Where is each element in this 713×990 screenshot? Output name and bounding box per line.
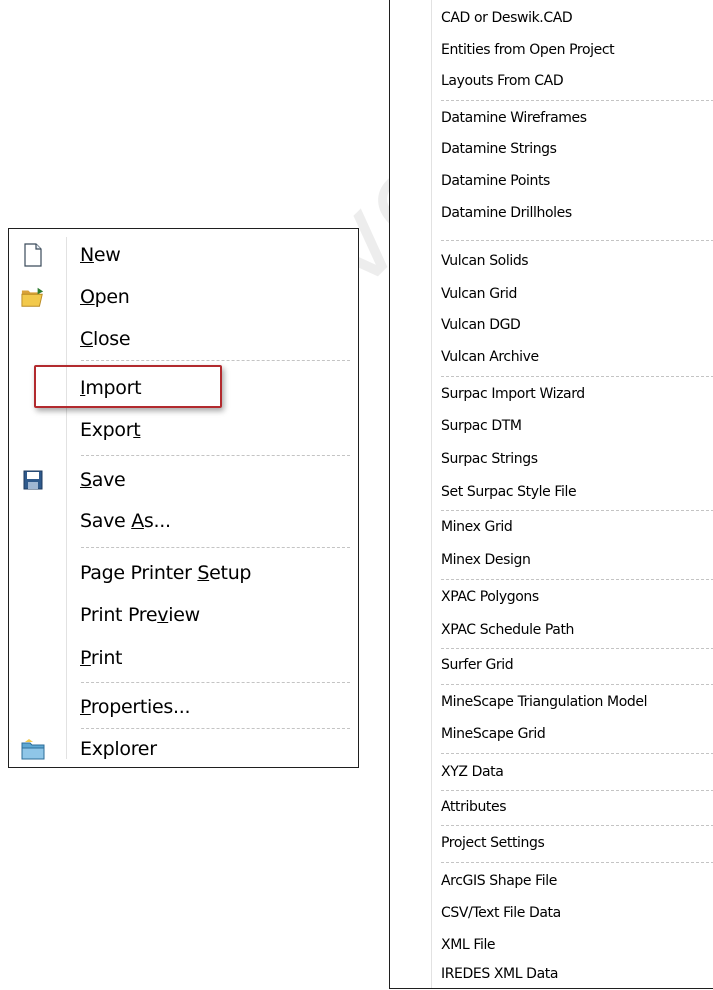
menu-separator: [81, 360, 350, 361]
import-item-arcgis-shape-file[interactable]: ArcGIS Shape File: [390, 865, 713, 897]
menu-label: Print Preview: [80, 604, 200, 626]
menu-label: CAD or Deswik.CAD: [441, 10, 573, 26]
import-item-xyz-data[interactable]: XYZ Data: [390, 756, 713, 788]
import-item-vulcan-solids[interactable]: Vulcan Solids: [390, 245, 713, 277]
menu-separator: [81, 455, 350, 456]
import-item-minex-design[interactable]: Minex Design: [390, 544, 713, 576]
menu-label: Surfer Grid: [441, 657, 514, 673]
import-item-set-surpac-style-file[interactable]: Set Surpac Style File: [390, 476, 713, 508]
open-folder-icon: [21, 285, 45, 309]
import-item-entities-open-project[interactable]: Entities from Open Project: [390, 34, 713, 66]
menu-label: Datamine Wireframes: [441, 110, 587, 126]
import-item-surfer-grid[interactable]: Surfer Grid: [390, 649, 713, 681]
import-item-iredes-xml-data[interactable]: IREDES XML Data: [390, 958, 713, 990]
import-item-csv-text-file-data[interactable]: CSV/Text File Data: [390, 897, 713, 929]
import-item-project-settings[interactable]: Project Settings: [390, 827, 713, 859]
menu-item-export[interactable]: Export: [9, 409, 358, 451]
import-highlight-box: [34, 365, 222, 408]
import-item-datamine-strings[interactable]: Datamine Strings: [390, 133, 713, 165]
menu-label: Close: [80, 328, 131, 350]
import-item-vulcan-dgd[interactable]: Vulcan DGD: [390, 309, 713, 341]
menu-label: Project Settings: [441, 835, 545, 851]
import-item-vulcan-archive[interactable]: Vulcan Archive: [390, 341, 713, 373]
import-item-minex-grid[interactable]: Minex Grid: [390, 511, 713, 543]
menu-item-close[interactable]: Close: [9, 318, 358, 360]
import-item-xml-file[interactable]: XML File: [390, 929, 713, 961]
menu-separator: [441, 862, 713, 863]
import-item-surpac-import-wizard[interactable]: Surpac Import Wizard: [390, 378, 713, 410]
menu-label: Minex Design: [441, 552, 531, 568]
menu-label: Vulcan Archive: [441, 349, 539, 365]
menu-separator: [441, 100, 713, 101]
menu-label: XPAC Polygons: [441, 589, 539, 605]
menu-label: Datamine Drillholes: [441, 205, 572, 221]
menu-label: IREDES XML Data: [441, 966, 559, 982]
menu-label: Surpac DTM: [441, 418, 522, 434]
menu-item-explorer[interactable]: Explorer: [9, 728, 358, 770]
explorer-icon: [21, 737, 45, 761]
menu-item-print[interactable]: Print: [9, 637, 358, 679]
menu-label: Datamine Strings: [441, 141, 557, 157]
menu-label: Save: [80, 469, 126, 491]
import-item-surpac-strings[interactable]: Surpac Strings: [390, 443, 713, 475]
menu-label: CSV/Text File Data: [441, 905, 561, 921]
menu-label: ArcGIS Shape File: [441, 873, 557, 889]
menu-label: Properties...: [80, 696, 191, 718]
menu-separator: [441, 753, 713, 754]
menu-label: MineScape Triangulation Model: [441, 694, 648, 710]
menu-separator: [441, 684, 713, 685]
import-item-xpac-schedule-path[interactable]: XPAC Schedule Path: [390, 614, 713, 646]
save-disk-icon: [21, 468, 45, 492]
menu-separator: [441, 825, 713, 826]
import-item-cad[interactable]: CAD or Deswik.CAD: [390, 2, 713, 34]
menu-separator: [441, 579, 713, 580]
menu-label: Set Surpac Style File: [441, 484, 577, 500]
menu-item-save-as[interactable]: Save As...: [9, 500, 358, 542]
new-document-icon: [21, 243, 45, 267]
menu-label: Minex Grid: [441, 519, 513, 535]
menu-label: Datamine Points: [441, 173, 550, 189]
menu-label: Open: [80, 286, 130, 308]
menu-label: Page Printer Setup: [80, 562, 252, 584]
menu-item-print-preview[interactable]: Print Preview: [9, 594, 358, 636]
import-item-vulcan-grid[interactable]: Vulcan Grid: [390, 278, 713, 310]
menu-label: XYZ Data: [441, 764, 504, 780]
file-menu: New Open Close Import Export Save Save A…: [8, 228, 359, 768]
menu-label: MineScape Grid: [441, 726, 546, 742]
import-item-minescape-triangulation-model[interactable]: MineScape Triangulation Model: [390, 686, 713, 718]
menu-separator: [81, 547, 350, 548]
menu-label: Attributes: [441, 799, 507, 815]
import-submenu: CAD or Deswik.CAD Entities from Open Pro…: [389, 0, 713, 989]
import-item-xpac-polygons[interactable]: XPAC Polygons: [390, 581, 713, 613]
menu-label: Save As...: [80, 510, 171, 532]
menu-item-save[interactable]: Save: [9, 459, 358, 501]
menu-item-open[interactable]: Open: [9, 276, 358, 318]
menu-separator: [441, 240, 713, 241]
import-item-datamine-points[interactable]: Datamine Points: [390, 165, 713, 197]
import-item-datamine-drillholes[interactable]: Datamine Drillholes: [390, 197, 713, 229]
import-item-attributes[interactable]: Attributes: [390, 791, 713, 823]
menu-label: Entities from Open Project: [441, 42, 615, 58]
menu-label: Print: [80, 647, 123, 669]
menu-separator: [81, 682, 350, 683]
menu-label: New: [80, 244, 121, 266]
menu-label: Explorer: [80, 738, 157, 760]
menu-label: Vulcan Grid: [441, 286, 517, 302]
menu-label: Surpac Strings: [441, 451, 538, 467]
menu-label: Export: [80, 419, 141, 441]
menu-label: Surpac Import Wizard: [441, 386, 585, 402]
import-item-datamine-wireframes[interactable]: Datamine Wireframes: [390, 102, 713, 134]
import-item-minescape-grid[interactable]: MineScape Grid: [390, 718, 713, 750]
menu-label: Vulcan DGD: [441, 317, 521, 333]
menu-item-new[interactable]: New: [9, 234, 358, 276]
menu-item-page-printer-setup[interactable]: Page Printer Setup: [9, 552, 358, 594]
import-item-surpac-dtm[interactable]: Surpac DTM: [390, 410, 713, 442]
menu-label: XML File: [441, 937, 496, 953]
menu-label: Vulcan Solids: [441, 253, 529, 269]
menu-label: XPAC Schedule Path: [441, 622, 575, 638]
menu-label: Layouts From CAD: [441, 73, 564, 89]
menu-separator: [441, 376, 713, 377]
import-item-layouts-from-cad[interactable]: Layouts From CAD: [390, 65, 713, 97]
menu-item-properties[interactable]: Properties...: [9, 686, 358, 728]
